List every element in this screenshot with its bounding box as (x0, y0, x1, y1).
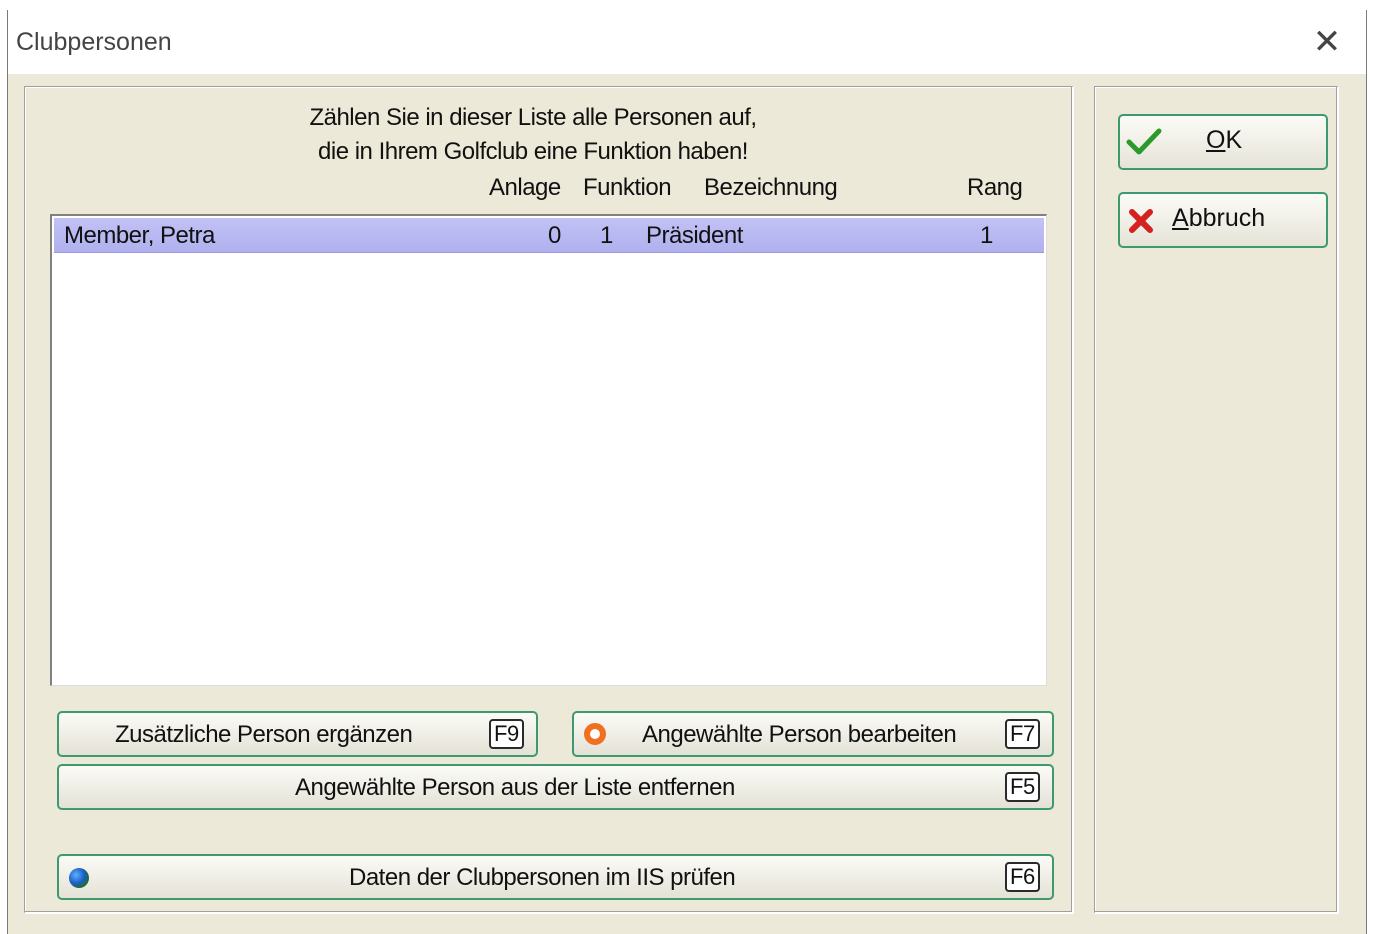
ok-button[interactable]: OK (1118, 114, 1328, 170)
list-row[interactable]: Member, Petra 0 1 Präsident 1 (54, 218, 1044, 253)
cancel-label: Abbruch (1172, 204, 1266, 232)
f9-key-badge: F9 (489, 719, 524, 749)
f7-key-badge: F7 (1005, 719, 1040, 749)
column-header-bezeichnung: Bezeichnung (704, 174, 838, 201)
cancel-button[interactable]: Abbruch (1118, 192, 1328, 248)
check-iis-button[interactable]: Daten der Clubpersonen im IIS prüfen F6 (57, 854, 1054, 900)
x-icon (1129, 209, 1153, 233)
close-icon[interactable]: ✕ (1288, 10, 1366, 74)
add-person-button[interactable]: Zusätzliche Person ergänzen F9 (57, 711, 538, 757)
remove-person-button[interactable]: Angewählte Person aus der Liste entferne… (57, 764, 1054, 810)
f5-key-badge: F5 (1005, 772, 1040, 802)
title-bar: Clubpersonen ✕ (8, 10, 1366, 74)
row-funktion: 1 (600, 222, 613, 249)
edit-person-label: Angewählte Person bearbeiten (642, 721, 957, 748)
row-name: Member, Petra (64, 222, 215, 249)
globe-icon (69, 868, 89, 888)
remove-person-label: Angewählte Person aus der Liste entferne… (295, 774, 735, 801)
club-persons-list[interactable]: Member, Petra 0 1 Präsident 1 (50, 214, 1047, 686)
row-anlage: 0 (548, 222, 561, 249)
ring-icon (584, 723, 606, 745)
edit-person-button[interactable]: Angewählte Person bearbeiten F7 (572, 711, 1054, 757)
row-rang: 1 (980, 222, 993, 249)
instruction-line-1: Zählen Sie in dieser Liste alle Personen… (309, 104, 757, 131)
f6-key-badge: F6 (1005, 862, 1040, 892)
add-person-label: Zusätzliche Person ergänzen (115, 721, 413, 748)
check-iis-label: Daten der Clubpersonen im IIS prüfen (349, 864, 736, 891)
column-header-funktion: Funktion (583, 174, 672, 201)
row-bezeichnung: Präsident (646, 222, 743, 249)
checkmark-icon (1126, 128, 1162, 155)
column-header-rang: Rang (967, 174, 1023, 201)
column-header-anlage: Anlage (489, 174, 561, 201)
window-title: Clubpersonen (16, 28, 172, 56)
ok-label: OK (1206, 126, 1243, 154)
instruction-line-2: die in Ihrem Golfclub eine Funktion habe… (318, 138, 748, 165)
